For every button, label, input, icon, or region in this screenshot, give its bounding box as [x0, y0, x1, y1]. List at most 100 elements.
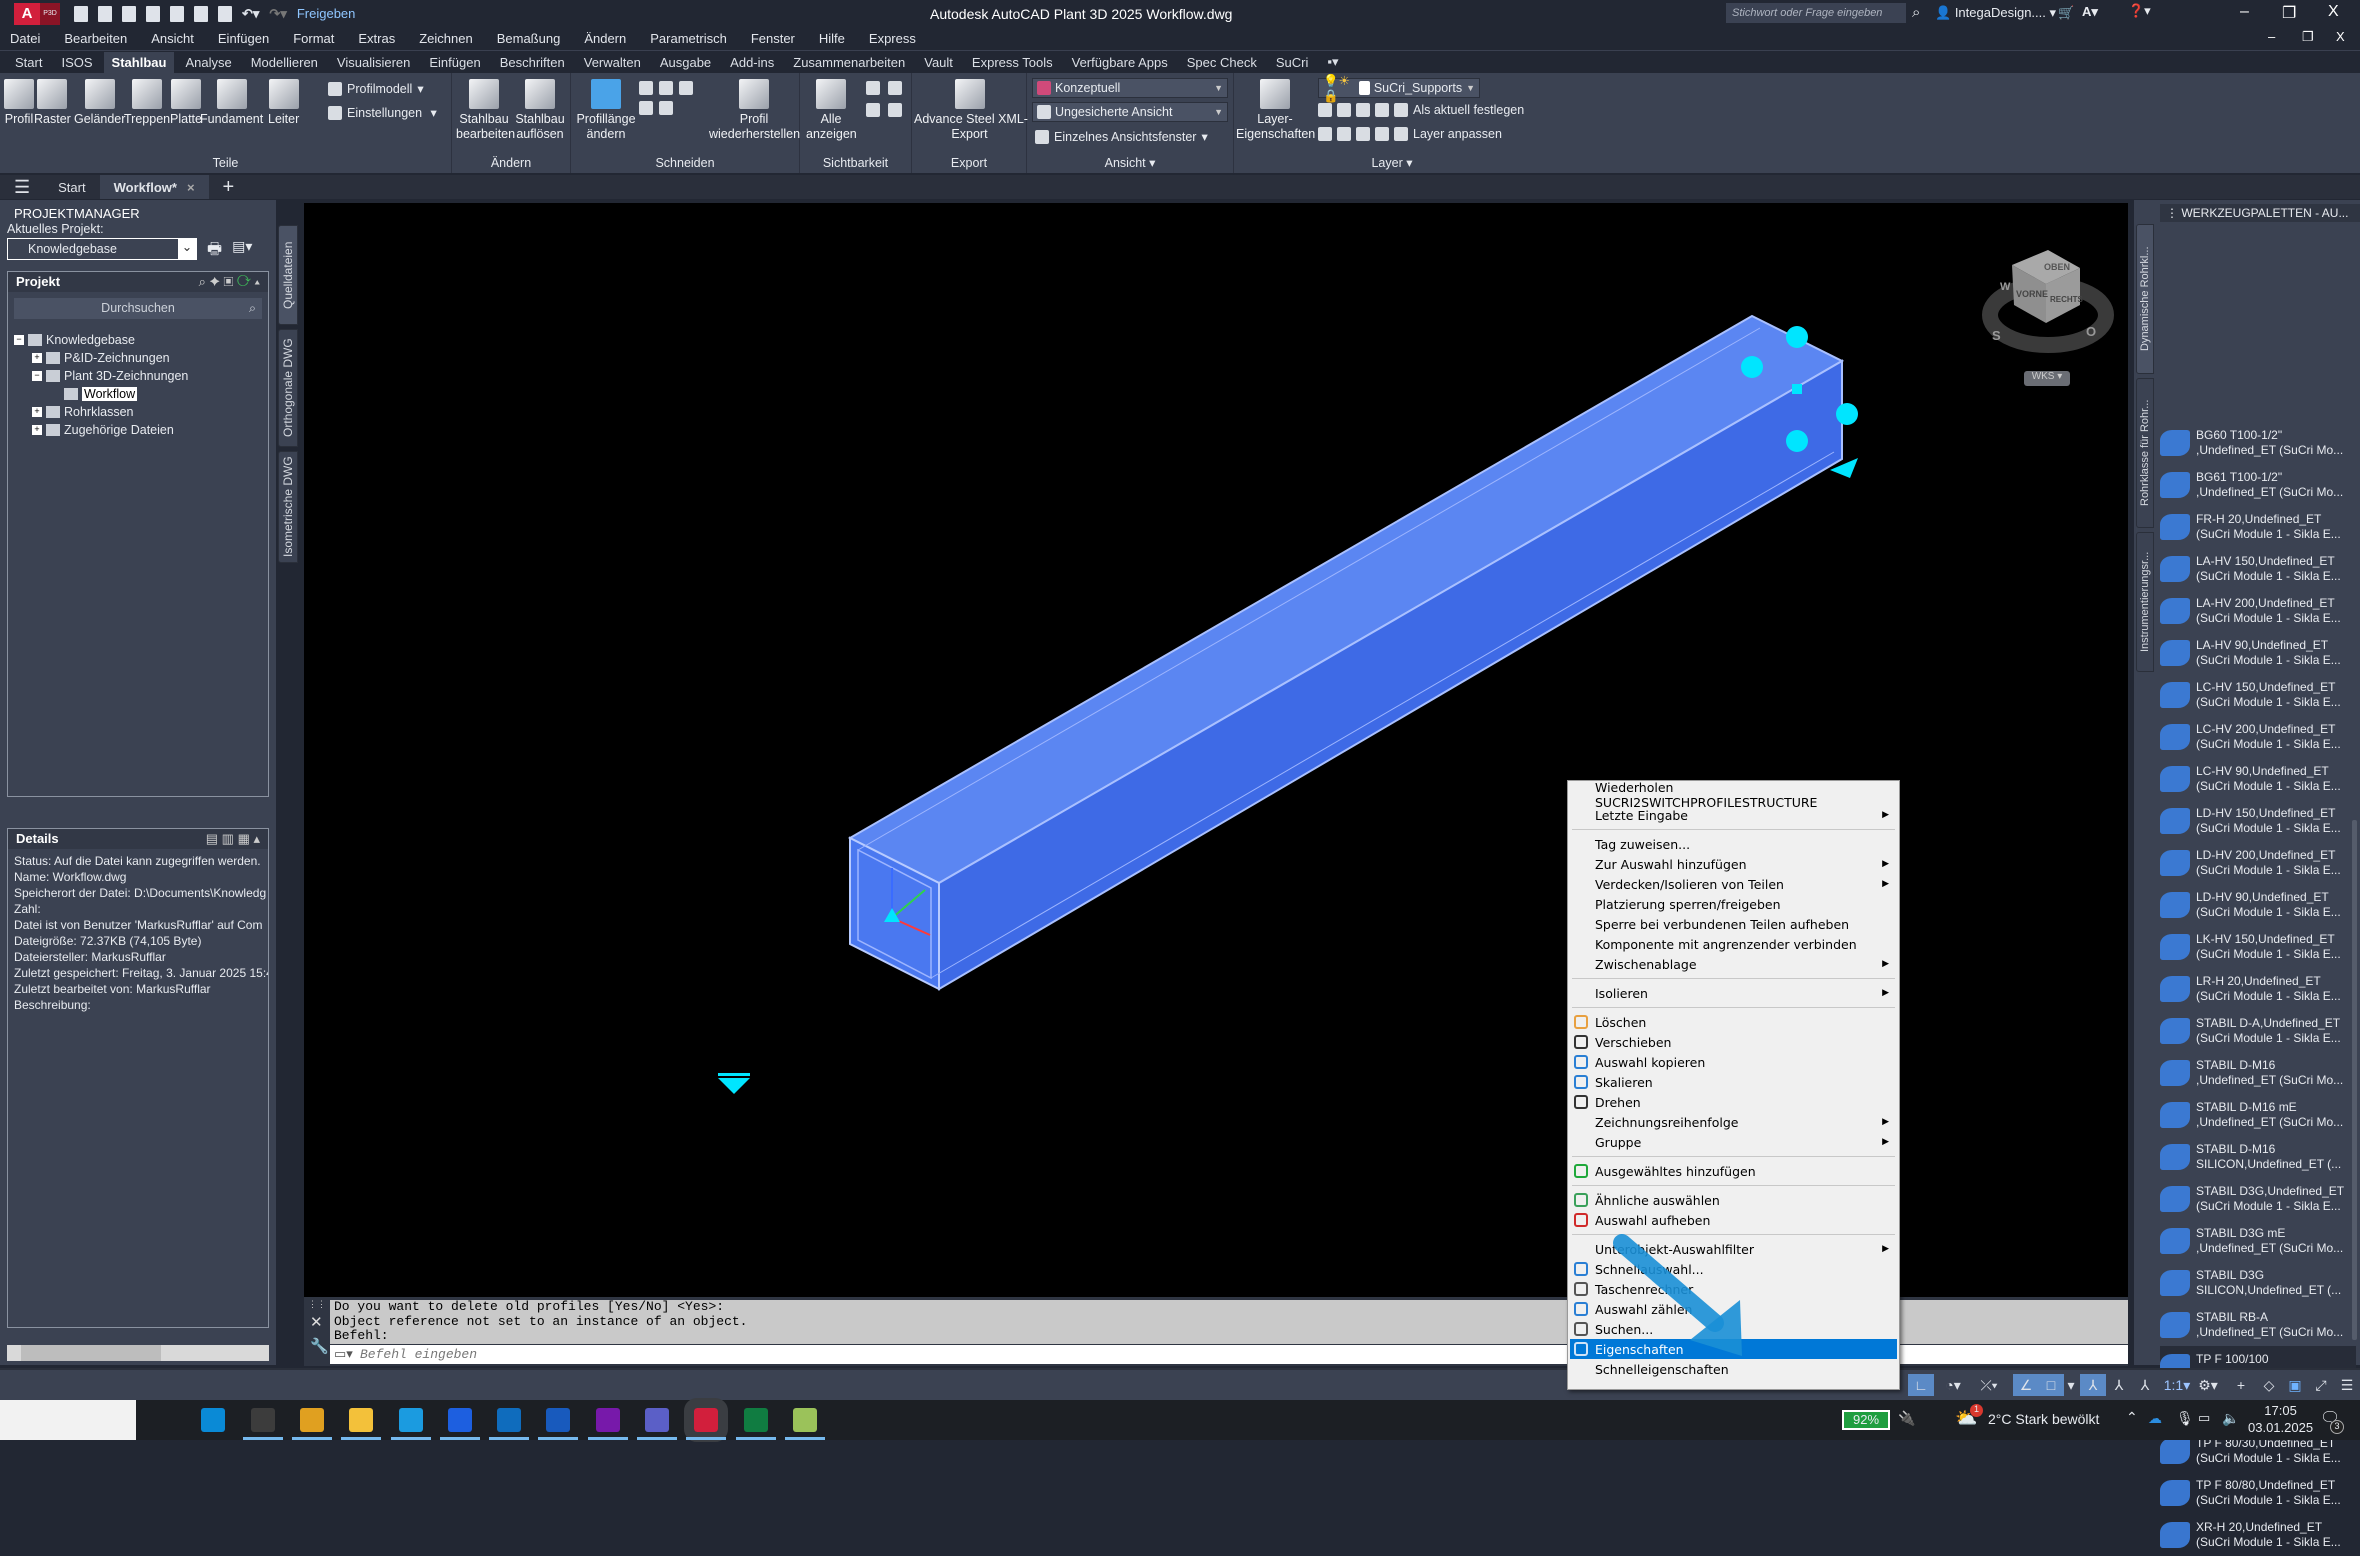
tab-workflow[interactable]: Workflow* ×: [99, 175, 209, 199]
menu-0[interactable]: Datei: [10, 31, 40, 46]
minimize-button[interactable]: –: [2240, 3, 2249, 21]
teile-button-4[interactable]: Platte: [170, 79, 202, 127]
profil-wiederherstellen-button[interactable]: Profil wiederherstellen: [709, 79, 800, 142]
palette-item[interactable]: STABIL D3G mE ,Undefined_ET (SuCri Mo...: [2160, 1220, 2356, 1262]
tree-node[interactable]: − Knowledgebase: [8, 331, 268, 349]
context-menu-item[interactable]: Löschen: [1570, 1012, 1897, 1032]
horizontal-scrollbar[interactable]: [7, 1345, 269, 1361]
vertical-tab-0[interactable]: Quelldateien: [278, 225, 298, 325]
teile-button-2[interactable]: Geländer: [74, 79, 125, 127]
context-menu-item[interactable]: Komponente mit angrenzender verbinden: [1570, 934, 1897, 954]
viewport-config-button[interactable]: Einzelnes Ansichtsfenster ▾: [1035, 129, 1208, 144]
app-blue-icon[interactable]: [201, 1408, 226, 1432]
match-layer-button[interactable]: Layer anpassen: [1318, 127, 1502, 141]
search-icon[interactable]: ⌕: [1912, 4, 1920, 21]
tray-chevron-icon[interactable]: ⌃: [2126, 1409, 2138, 1426]
app-m-icon[interactable]: [447, 1408, 472, 1432]
palette-item[interactable]: LK-HV 150,Undefined_ET (SuCri Module 1 - …: [2160, 926, 2356, 968]
notch-icon[interactable]: [659, 101, 673, 115]
ribbon-tab-9[interactable]: Ausgabe: [652, 52, 719, 73]
battery-icon[interactable]: ▭: [2198, 1410, 2210, 1426]
open-icon[interactable]: [98, 5, 112, 22]
ribbon-tab-0[interactable]: Start: [7, 52, 50, 73]
ribbon-tab-8[interactable]: Verwalten: [576, 52, 649, 73]
project-search-input[interactable]: Durchsuchen ⌕: [14, 298, 262, 319]
auto-scale-icon[interactable]: ⅄: [2106, 1374, 2132, 1396]
palette-tab-0[interactable]: Dynamische Rohrkl...: [2136, 224, 2154, 374]
outlook-icon[interactable]: [497, 1408, 522, 1432]
undo-icon[interactable]: ↶▾: [242, 6, 259, 22]
expand-toggle-icon[interactable]: +: [32, 353, 42, 363]
chevron-down-icon[interactable]: ▾: [2064, 1374, 2078, 1396]
notepad-icon[interactable]: [792, 1408, 817, 1432]
teile-button-1[interactable]: Raster: [34, 79, 71, 127]
new-icon[interactable]: [74, 5, 88, 22]
autocad-plant3d-icon[interactable]: [684, 1398, 729, 1442]
context-menu-item[interactable]: Auswahl kopieren: [1570, 1052, 1897, 1072]
stahlbau-aufloesen-button[interactable]: Stahlbau auflösen: [512, 79, 568, 142]
save-icon[interactable]: [122, 5, 136, 22]
redo-icon[interactable]: ↷▾: [269, 6, 286, 22]
cart-icon[interactable]: 🛒: [2058, 5, 2074, 21]
context-menu-item[interactable]: Drehen: [1570, 1092, 1897, 1112]
set-current-layer-button[interactable]: Als aktuell festlegen: [1318, 103, 1524, 117]
onenote-icon[interactable]: [595, 1408, 620, 1432]
lengthen-icon[interactable]: [639, 101, 653, 115]
onedrive-icon[interactable]: ☁: [2148, 1410, 2162, 1427]
palette-item[interactable]: STABIL RB-A ,Undefined_ET (SuCri Mo...: [2160, 1304, 2356, 1346]
expand-toggle-icon[interactable]: +: [32, 425, 42, 435]
object-snap-icon[interactable]: □: [2038, 1374, 2064, 1396]
workspace-gear-icon[interactable]: ⚙▾: [2190, 1374, 2226, 1396]
menu-2[interactable]: Ansicht: [151, 31, 194, 46]
isolate-icon[interactable]: [866, 103, 880, 117]
menu-6[interactable]: Zeichnen: [419, 31, 472, 46]
palette-item[interactable]: STABIL D-M16 mE ,Undefined_ET (SuCri Mo..…: [2160, 1094, 2356, 1136]
context-menu-item[interactable]: Ähnliche auswählen: [1570, 1190, 1897, 1210]
context-menu-item[interactable]: Suchen...: [1570, 1319, 1897, 1339]
palette-item[interactable]: STABIL D-M16 SILICON,Undefined_ET (...: [2160, 1136, 2356, 1178]
context-menu-item[interactable]: Schnelleigenschaften: [1570, 1359, 1897, 1379]
project-tools-icons[interactable]: ⌕ ✦ ▣ ⟳ ▴: [199, 274, 260, 290]
profillaenge-button[interactable]: Profillänge ändern: [575, 79, 637, 142]
palette-item[interactable]: STABIL D-A,Undefined_ET (SuCri Module 1 -…: [2160, 1010, 2356, 1052]
ribbon-tab-15[interactable]: Spec Check: [1179, 52, 1265, 73]
context-menu-item[interactable]: Wiederholen SUCRI2SWITCHPROFILESTRUCTURE: [1570, 780, 1897, 810]
teile-button-0[interactable]: Profil: [4, 79, 34, 127]
expand-toggle-icon[interactable]: −: [32, 371, 42, 381]
context-menu-item[interactable]: Zur Auswahl hinzufügen ▶: [1570, 854, 1897, 874]
chrome-icon[interactable]: [299, 1408, 324, 1432]
visual-style-dropdown[interactable]: Konzeptuell ▼: [1032, 78, 1228, 98]
menu-3[interactable]: Einfügen: [218, 31, 269, 46]
print-icon[interactable]: 🖶: [207, 238, 222, 265]
shorten-icon[interactable]: [679, 81, 693, 95]
menu-8[interactable]: Ändern: [584, 31, 626, 46]
context-menu-item[interactable]: Skalieren: [1570, 1072, 1897, 1092]
named-view-dropdown[interactable]: Ungesicherte Ansicht ▼: [1032, 102, 1228, 122]
publish-icon[interactable]: [170, 5, 184, 22]
tree-node[interactable]: Workflow: [8, 385, 268, 403]
ribbon-minimize-icon[interactable]: ▪▾: [1319, 51, 1346, 73]
ribbon-tab-3[interactable]: Analyse: [177, 52, 239, 73]
details-tools-icons[interactable]: ▤ ▥ ▦ ▴: [206, 831, 260, 847]
customize-menu-icon[interactable]: ☰: [2334, 1374, 2360, 1396]
task-view-icon[interactable]: [152, 1408, 176, 1432]
palette-item[interactable]: XR-H 20,Undefined_ET (SuCri Module 1 - Si…: [2160, 1514, 2356, 1556]
palette-item[interactable]: LA-HV 90,Undefined_ET (SuCri Module 1 - S…: [2160, 632, 2356, 674]
teams-icon[interactable]: [645, 1408, 669, 1432]
isolate-objects-icon[interactable]: ◇: [2256, 1374, 2282, 1396]
ribbon-tab-1[interactable]: ISOS: [53, 52, 100, 73]
menu-7[interactable]: Bemaßung: [497, 31, 561, 46]
explorer-icon[interactable]: [349, 1408, 374, 1432]
context-menu-item[interactable]: Unterobjekt-Auswahlfilter ▶: [1570, 1239, 1897, 1259]
edge-icon[interactable]: [398, 1408, 423, 1432]
palette-item[interactable]: LD-HV 150,Undefined_ET (SuCri Module 1 - …: [2160, 800, 2356, 842]
clock[interactable]: 17:05 03.01.2025: [2248, 1402, 2313, 1436]
ribbon-tab-7[interactable]: Beschriften: [492, 52, 573, 73]
palette-item[interactable]: LA-HV 150,Undefined_ET (SuCri Module 1 - …: [2160, 548, 2356, 590]
context-menu-item[interactable]: Ausgewähltes hinzufügen: [1570, 1161, 1897, 1181]
vertical-tab-2[interactable]: Isometrische DWG: [278, 451, 298, 563]
tree-node[interactable]: + Zugehörige Dateien: [8, 421, 268, 439]
einstellungen-button[interactable]: Einstellungen ▾: [328, 105, 437, 120]
publish-icon[interactable]: ▤▾: [232, 238, 252, 265]
teile-button-3[interactable]: Treppen: [124, 79, 170, 127]
